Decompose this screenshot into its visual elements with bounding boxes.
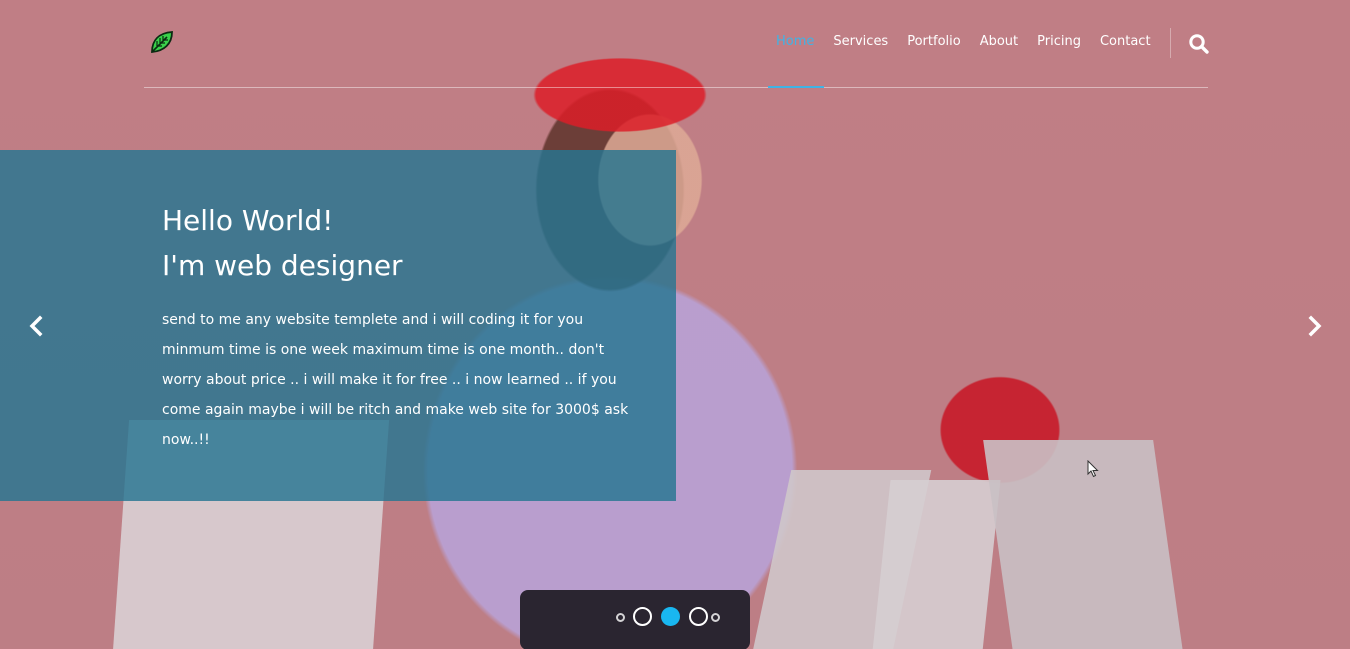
indicator-dot-decor [616,613,625,622]
chevron-left-icon[interactable] [27,314,45,338]
slide-title-line1: Hello World! [162,204,334,237]
nav-services[interactable]: Services [833,34,888,49]
nav-pricing[interactable]: Pricing [1037,34,1081,49]
chevron-right-icon[interactable] [1306,314,1324,338]
slide-title: Hello World! I'm web designer [162,198,403,288]
carousel-indicator-2[interactable] [661,607,680,626]
mouse-cursor-icon [1087,459,1099,478]
main-nav: Home Services Portfolio About Pricing Co… [776,34,1151,49]
nav-divider [1170,28,1171,58]
slide-title-line2: I'm web designer [162,249,403,282]
slide-description: send to me any website templete and i wi… [162,312,629,448]
leaf-icon[interactable] [149,30,175,54]
carousel-indicator-1[interactable] [633,607,652,626]
carousel-indicator-3[interactable] [689,607,708,626]
hero-carousel: Home Services Portfolio About Pricing Co… [0,0,1350,649]
nav-about[interactable]: About [980,34,1018,49]
nav-contact[interactable]: Contact [1100,34,1151,49]
search-icon[interactable] [1188,33,1210,55]
shopping-bag-shape [869,480,1001,649]
nav-portfolio[interactable]: Portfolio [907,34,960,49]
active-nav-indicator [768,86,824,88]
carousel-indicators [614,606,724,628]
header-divider [144,87,1208,88]
indicator-dot-decor [711,613,720,622]
shopping-bag-shape [983,440,1187,649]
nav-home[interactable]: Home [776,34,814,49]
